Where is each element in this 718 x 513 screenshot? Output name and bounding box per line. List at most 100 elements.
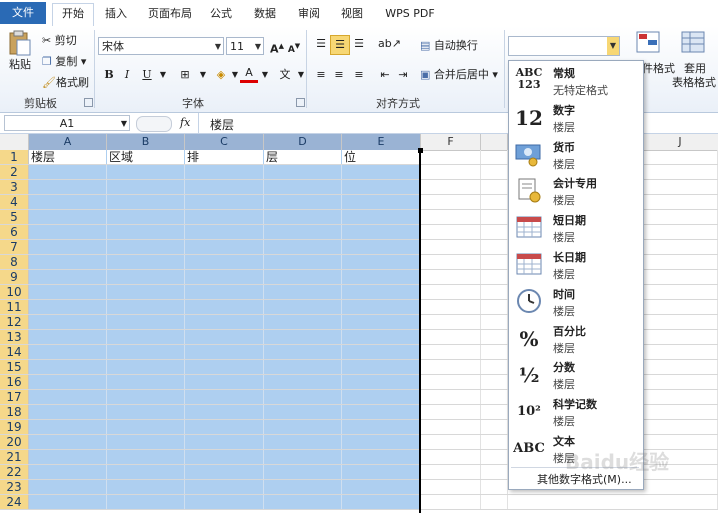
grid-cell[interactable]	[342, 465, 421, 479]
column-header[interactable]: F	[421, 134, 481, 150]
grid-cell[interactable]	[107, 450, 185, 464]
grid-cell[interactable]	[342, 240, 421, 254]
grid-cell[interactable]	[185, 300, 264, 314]
grid-cell[interactable]	[107, 240, 185, 254]
grid-cell[interactable]	[508, 495, 718, 509]
grid-cell[interactable]	[342, 315, 421, 329]
grid-cell[interactable]	[481, 360, 508, 374]
name-box[interactable]: A1 ▼	[4, 115, 130, 131]
grid-cell[interactable]	[185, 255, 264, 269]
grid-cell[interactable]	[342, 345, 421, 359]
conditional-format-button[interactable]: 件格式	[642, 60, 675, 76]
grid-cell[interactable]	[421, 165, 481, 179]
cut-button[interactable]: ✂ 剪切	[42, 32, 77, 48]
row-header[interactable]: 24	[0, 495, 29, 509]
formula-splitter[interactable]	[136, 116, 172, 132]
grid-cell[interactable]	[481, 420, 508, 434]
grid-cell[interactable]	[481, 405, 508, 419]
grid-cell[interactable]	[481, 285, 508, 299]
grid-cell[interactable]	[342, 195, 421, 209]
align-middle-button[interactable]: ☰	[330, 35, 350, 55]
grid-cell[interactable]	[107, 435, 185, 449]
tab-formulas[interactable]: 公式	[205, 4, 237, 24]
row-header[interactable]: 15	[0, 360, 29, 374]
grid-cell[interactable]	[264, 210, 342, 224]
row-header[interactable]: 9	[0, 270, 29, 284]
grid-cell[interactable]	[264, 450, 342, 464]
tab-insert[interactable]: 插入	[100, 4, 132, 24]
grid-cell[interactable]	[185, 495, 264, 509]
paste-button[interactable]: 粘贴	[6, 30, 34, 82]
grid-cell[interactable]	[107, 465, 185, 479]
grid-cell[interactable]	[481, 375, 508, 389]
grid-cell[interactable]: 区域	[107, 150, 185, 164]
grid-cell[interactable]	[29, 405, 107, 419]
grid-cell[interactable]	[481, 240, 508, 254]
tab-home[interactable]: 开始	[52, 3, 94, 27]
grid-cell[interactable]	[421, 405, 481, 419]
grid-cell[interactable]	[342, 480, 421, 494]
grid-cell[interactable]	[264, 435, 342, 449]
grid-cell[interactable]	[107, 165, 185, 179]
underline-dropdown[interactable]: ▼	[154, 66, 172, 84]
grid-cell[interactable]	[264, 375, 342, 389]
tab-page-layout[interactable]: 页面布局	[143, 4, 197, 24]
grid-cell[interactable]	[342, 405, 421, 419]
grid-cell[interactable]	[342, 360, 421, 374]
grid-cell[interactable]	[421, 450, 481, 464]
number-format-item[interactable]: 短日期 楼层	[509, 210, 641, 246]
number-format-item[interactable]: % 百分比 楼层	[509, 321, 641, 357]
grid-cell[interactable]	[185, 180, 264, 194]
grid-cell[interactable]	[264, 405, 342, 419]
table-format-icon[interactable]	[681, 30, 707, 57]
grid-cell[interactable]	[264, 240, 342, 254]
grid-cell[interactable]	[107, 195, 185, 209]
font-size-combo[interactable]: 11 ▼	[226, 37, 264, 55]
grid-cell[interactable]	[421, 420, 481, 434]
grid-cell[interactable]	[421, 240, 481, 254]
grid-cell[interactable]	[481, 255, 508, 269]
row-header[interactable]: 22	[0, 465, 29, 479]
align-bottom-button[interactable]: ☰	[350, 35, 368, 53]
table-format-label2[interactable]: 表格格式	[672, 74, 716, 90]
grid-cell[interactable]	[185, 390, 264, 404]
grid-cell[interactable]	[342, 300, 421, 314]
wrap-text-button[interactable]: ▤ 自动换行	[420, 37, 478, 53]
grid-cell[interactable]	[421, 390, 481, 404]
grid-cell[interactable]	[342, 270, 421, 284]
grid-cell[interactable]	[29, 450, 107, 464]
grid-cell[interactable]	[421, 315, 481, 329]
grid-cell[interactable]	[29, 495, 107, 509]
grid-cell[interactable]	[264, 360, 342, 374]
grid-cell[interactable]	[264, 330, 342, 344]
grid-cell[interactable]	[107, 375, 185, 389]
grid-cell[interactable]	[107, 225, 185, 239]
grid-cell[interactable]	[264, 180, 342, 194]
grid-cell[interactable]: 排	[185, 150, 264, 164]
grid-cell[interactable]	[421, 345, 481, 359]
grid-cell[interactable]	[29, 300, 107, 314]
row-header[interactable]: 23	[0, 480, 29, 494]
grid-cell[interactable]	[481, 180, 508, 194]
formula-input[interactable]: 楼层	[210, 116, 234, 133]
grid-cell[interactable]	[185, 285, 264, 299]
grid-cell[interactable]	[264, 495, 342, 509]
grid-cell[interactable]	[342, 210, 421, 224]
border-button[interactable]: ⊞	[176, 66, 194, 84]
row-header[interactable]: 19	[0, 420, 29, 434]
grid-cell[interactable]	[107, 345, 185, 359]
grid-cell[interactable]	[29, 315, 107, 329]
row-header[interactable]: 1	[0, 150, 29, 164]
font-launcher-icon[interactable]	[296, 98, 305, 107]
grid-cell[interactable]	[342, 225, 421, 239]
grid-cell[interactable]	[481, 390, 508, 404]
grid-cell[interactable]	[264, 195, 342, 209]
grid-cell[interactable]	[107, 405, 185, 419]
row-header[interactable]: 11	[0, 300, 29, 314]
column-header[interactable]	[481, 134, 508, 150]
grid-cell[interactable]	[481, 150, 508, 164]
grid-cell[interactable]	[185, 450, 264, 464]
grid-cell[interactable]	[107, 285, 185, 299]
align-left-button[interactable]: ≡	[312, 66, 330, 84]
grid-cell[interactable]	[185, 480, 264, 494]
